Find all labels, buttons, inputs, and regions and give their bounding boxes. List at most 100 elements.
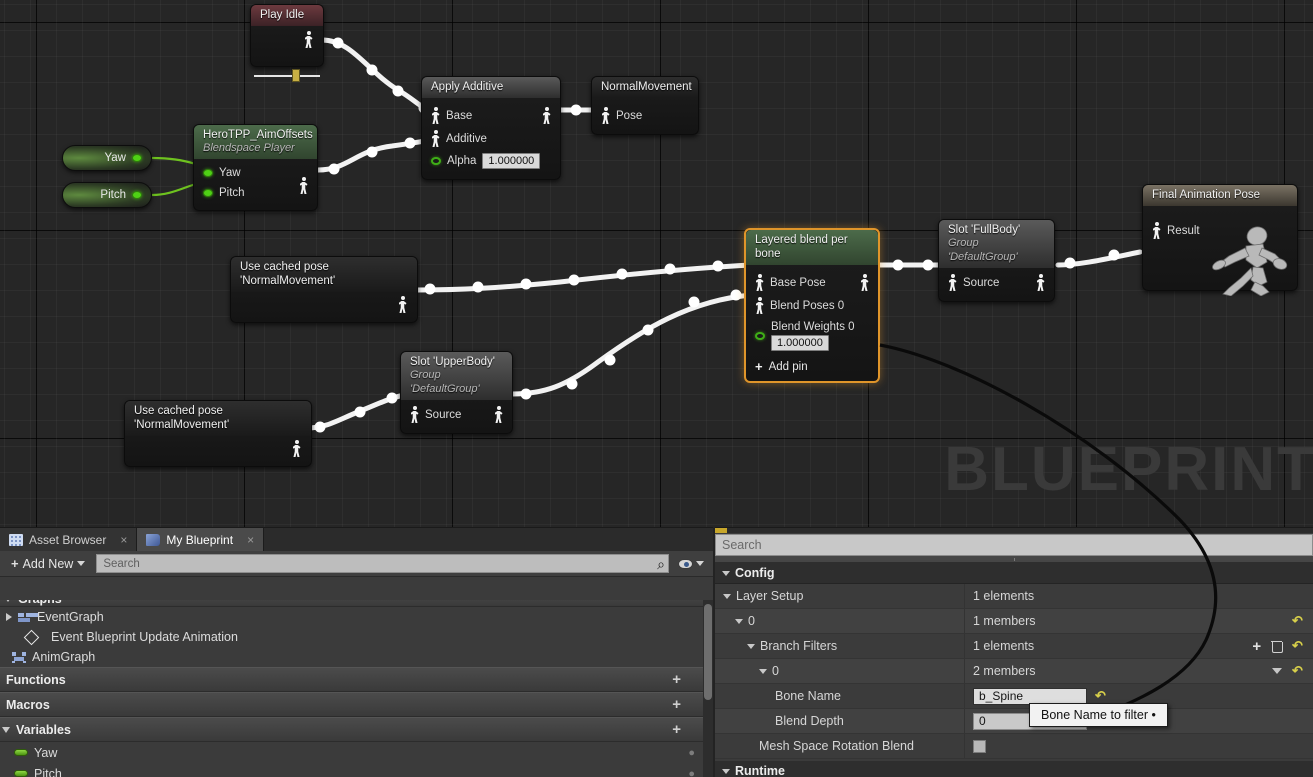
pin-row-additive[interactable]: Additive: [422, 127, 560, 150]
search-icon[interactable]: ⌕: [657, 556, 665, 573]
pin-row-pose[interactable]: Pose: [592, 104, 698, 127]
anim-graph-canvas[interactable]: BLUEPRINT Play Idle Yaw Pitch HeroTPP_Ai…: [0, 0, 1313, 527]
pin-row-base[interactable]: Base: [422, 104, 560, 127]
pin-row-blend-weights[interactable]: Blend Weights 0 1.000000: [746, 317, 878, 354]
chevron-down-icon[interactable]: [1272, 668, 1283, 674]
add-element-button[interactable]: +: [1252, 639, 1261, 654]
visibility-options-button[interactable]: [675, 558, 707, 569]
pin-row-source[interactable]: Source: [401, 403, 512, 426]
mesh-space-rotation-blend-checkbox[interactable]: [973, 739, 986, 753]
pin-row-blend-poses[interactable]: Blend Poses 0: [746, 294, 878, 317]
blueprint-tree-scrollbar[interactable]: [703, 600, 713, 777]
details-row-blend-depth[interactable]: Blend Depth 0: [715, 709, 1313, 734]
add-macro-button[interactable]: +: [672, 696, 681, 713]
add-function-button[interactable]: +: [672, 671, 681, 688]
tree-section-functions[interactable]: Functions +: [0, 667, 703, 692]
pose-pin-icon[interactable]: [755, 274, 764, 291]
pose-pin-icon[interactable]: [410, 406, 419, 423]
triangle-icon[interactable]: [6, 613, 12, 621]
pose-pin-icon[interactable]: [755, 297, 764, 314]
output-pose-pin-icon[interactable]: [398, 296, 407, 313]
pose-pin-icon[interactable]: [299, 177, 308, 194]
node-use-cached-pose-bottom[interactable]: Use cached pose 'NormalMovement': [124, 400, 312, 467]
revert-icon[interactable]: ↷: [1095, 688, 1106, 703]
blueprint-tree[interactable]: Graphs EventGraph Event Blueprint Update…: [0, 600, 703, 777]
tree-item-variable-pitch[interactable]: Pitch ●: [0, 763, 703, 777]
triangle-open-icon[interactable]: [735, 618, 743, 624]
play-rate-slider-thumb[interactable]: [292, 69, 300, 82]
getter-node-pitch[interactable]: Pitch: [62, 182, 152, 208]
details-row-branch-filters[interactable]: Branch Filters 1 elements + ↷: [715, 634, 1313, 659]
output-pin-icon[interactable]: [132, 154, 142, 162]
input-pin-icon[interactable]: [203, 169, 213, 177]
node-slot-fullbody[interactable]: Slot 'FullBody' Group 'DefaultGroup' Sou…: [938, 219, 1055, 302]
input-pin-icon[interactable]: [755, 332, 765, 340]
node-normal-movement-cache[interactable]: NormalMovement Pose: [591, 76, 699, 135]
add-new-button[interactable]: + Add New: [6, 554, 90, 573]
output-pose-pin-icon[interactable]: [1036, 274, 1045, 291]
pin-row-source[interactable]: Source: [939, 271, 1054, 294]
details-search-input[interactable]: Search: [715, 534, 1313, 556]
node-final-animation-pose[interactable]: Final Animation Pose Result: [1142, 184, 1298, 296]
tree-item-event-blueprint-update-animation[interactable]: Event Blueprint Update Animation: [0, 627, 703, 647]
trash-icon[interactable]: [1271, 640, 1284, 653]
triangle-open-icon[interactable]: [759, 668, 767, 674]
tree-section-variables[interactable]: Variables +: [0, 717, 703, 742]
play-rate-slider[interactable]: [254, 69, 320, 82]
tab-asset-browser[interactable]: Asset Browser ×: [0, 528, 138, 551]
node-use-cached-pose-top[interactable]: Use cached pose 'NormalMovement': [230, 256, 418, 323]
pose-pin-icon[interactable]: [601, 107, 610, 124]
output-pose-pin-icon[interactable]: [494, 406, 503, 423]
tree-item-variable-yaw[interactable]: Yaw ●: [0, 742, 703, 763]
tree-item-eventgraph[interactable]: EventGraph: [0, 607, 703, 627]
input-pin-icon[interactable]: [431, 157, 441, 165]
pose-pin-icon[interactable]: [431, 130, 440, 147]
tree-item-animgraph[interactable]: AnimGraph: [0, 647, 703, 667]
details-category-config[interactable]: Config: [715, 563, 1313, 584]
details-row-bone-name[interactable]: Bone Name b_Spine ↷: [715, 684, 1313, 709]
revert-icon[interactable]: ↷: [1292, 638, 1303, 653]
pose-pin-icon[interactable]: [1152, 222, 1161, 239]
revert-icon[interactable]: ↷: [1292, 613, 1303, 628]
details-row-branch-filter-0[interactable]: 0 2 members ↷: [715, 659, 1313, 684]
variable-visibility-toggle[interactable]: ●: [688, 747, 695, 759]
output-pose-pin-icon[interactable]: [292, 440, 301, 457]
output-pose-pin-icon[interactable]: [860, 274, 869, 291]
node-play-idle[interactable]: Play Idle: [250, 4, 324, 82]
pin-row-base-pose[interactable]: Base Pose: [746, 271, 878, 294]
pose-pin-icon[interactable]: [304, 31, 313, 48]
alpha-input[interactable]: 1.000000: [482, 153, 541, 169]
add-variable-button[interactable]: +: [672, 721, 681, 738]
output-pin-icon[interactable]: [132, 191, 142, 199]
triangle-open-icon[interactable]: [747, 643, 755, 649]
pose-pin-icon[interactable]: [948, 274, 957, 291]
tree-section-graphs[interactable]: Graphs: [0, 600, 703, 607]
tree-section-macros[interactable]: Macros +: [0, 692, 703, 717]
revert-icon[interactable]: ↷: [1292, 663, 1303, 678]
bone-name-input[interactable]: b_Spine: [973, 687, 1087, 705]
getter-node-yaw[interactable]: Yaw: [62, 145, 152, 171]
close-icon[interactable]: ×: [247, 533, 254, 547]
input-pin-icon[interactable]: [203, 189, 213, 197]
details-row-layer-setup[interactable]: Layer Setup 1 elements: [715, 584, 1313, 609]
triangle-open-icon[interactable]: [723, 593, 731, 599]
variable-visibility-toggle[interactable]: ●: [688, 768, 695, 777]
triangle-open-icon[interactable]: [2, 726, 10, 733]
tab-my-blueprint[interactable]: My Blueprint ×: [137, 528, 265, 551]
close-icon[interactable]: ×: [120, 533, 127, 547]
details-row-mesh-space-rotation-blend[interactable]: Mesh Space Rotation Blend: [715, 734, 1313, 759]
add-pin-button[interactable]: + Add pin: [746, 358, 878, 376]
details-category-runtime[interactable]: Runtime: [715, 761, 1313, 777]
node-hero-aim-offsets[interactable]: HeroTPP_AimOffsets Blendspace Player Yaw…: [193, 124, 318, 211]
blend-weight-input[interactable]: 1.000000: [771, 335, 829, 351]
details-row-layer-setup-0[interactable]: 0 1 members ↷: [715, 609, 1313, 634]
details-splitter[interactable]: [715, 556, 1313, 563]
pose-pin-icon[interactable]: [431, 107, 440, 124]
node-slot-upperbody[interactable]: Slot 'UpperBody' Group 'DefaultGroup' So…: [400, 351, 513, 434]
pin-row-alpha[interactable]: Alpha 1.000000: [422, 150, 560, 172]
blueprint-search-input[interactable]: Search ⌕: [96, 554, 669, 573]
node-apply-additive[interactable]: Apply Additive Base Additive Alpha 1.000…: [421, 76, 561, 180]
node-layered-blend-per-bone[interactable]: Layered blend per bone Base Pose Blend P…: [744, 228, 880, 383]
output-pose-pin-icon[interactable]: [542, 107, 551, 124]
scrollbar-thumb[interactable]: [704, 604, 712, 700]
